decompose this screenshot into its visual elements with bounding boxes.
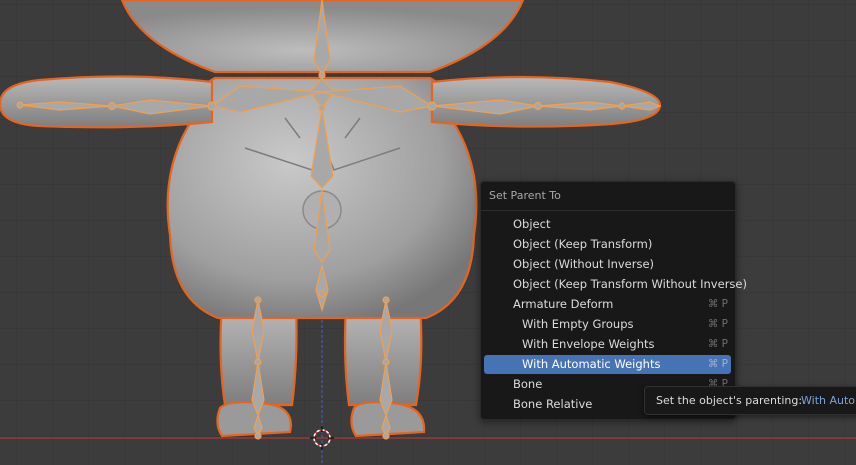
menu-item-with-envelope-weights[interactable]: With Envelope Weights ⌘ P: [484, 335, 731, 354]
tooltip-text: Set the object's parenting:: [656, 394, 803, 407]
menu-item-label: Object (Without Inverse): [513, 257, 655, 271]
menu-item-shortcut: ⌘ P: [707, 318, 728, 330]
menu-item-label: Armature Deform: [513, 297, 614, 311]
menu-item-with-empty-groups[interactable]: With Empty Groups ⌘ P: [484, 315, 731, 334]
menu-item-label: With Automatic Weights: [522, 357, 661, 371]
menu-item-label: With Empty Groups: [522, 317, 634, 331]
menu-title: Set Parent To: [489, 189, 561, 202]
menu-item-label: Object (Keep Transform Without Inverse): [513, 277, 747, 291]
menu-item-shortcut: ⌘ P: [707, 338, 728, 350]
menu-item-with-automatic-weights[interactable]: With Automatic Weights ⌘ P: [484, 355, 731, 374]
menu-item-object-keep-transform-without-inverse[interactable]: Object (Keep Transform Without Inverse): [484, 275, 747, 294]
menu-item-shortcut: ⌘ P: [707, 358, 728, 370]
menu-item-label: Object: [513, 217, 551, 231]
menu-item-object-keep-transform[interactable]: Object (Keep Transform): [484, 235, 731, 254]
menu-separator: [481, 210, 735, 211]
tooltip: Set the object's parenting: With Autom: [644, 386, 856, 415]
menu-item-label: With Envelope Weights: [522, 337, 655, 351]
menu-item-label: Object (Keep Transform): [513, 237, 653, 251]
menu-item-label: Bone: [513, 377, 543, 391]
tooltip-value: With Autom: [801, 394, 856, 407]
menu-item-label: Bone Relative: [513, 397, 593, 411]
set-parent-menu: Set Parent To Object Object (Keep Transf…: [480, 181, 747, 420]
menu-item-shortcut: ⌘ P: [707, 298, 728, 310]
menu-item-object-without-inverse[interactable]: Object (Without Inverse): [484, 255, 731, 274]
menu-item-armature-deform[interactable]: Armature Deform ⌘ P: [484, 295, 731, 314]
menu-item-object[interactable]: Object: [484, 215, 731, 234]
